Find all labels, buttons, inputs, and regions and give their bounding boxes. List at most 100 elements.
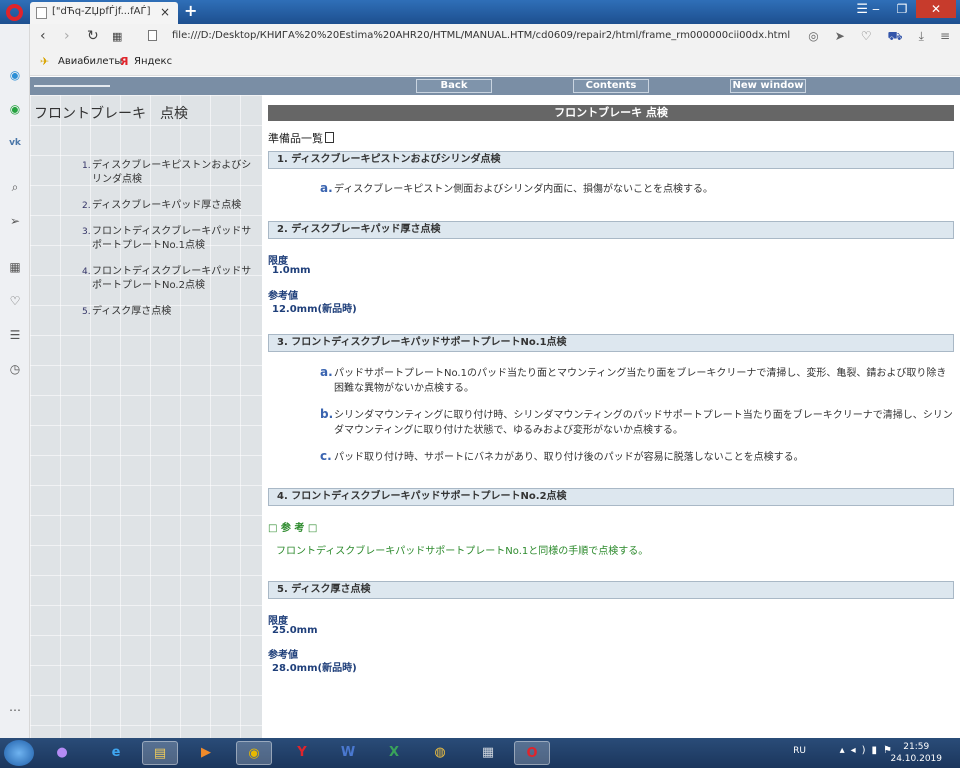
- document-icon[interactable]: [325, 132, 334, 143]
- close-window-icon[interactable]: ✕: [916, 0, 956, 18]
- bookmark-yandex[interactable]: Яндекс: [134, 56, 172, 67]
- yandex-icon: Я: [120, 55, 129, 68]
- start-button[interactable]: [4, 740, 34, 766]
- more-icon[interactable]: …: [6, 698, 24, 716]
- tabs-grid-icon[interactable]: ▦: [112, 30, 122, 43]
- nav-item[interactable]: 5. ディスク厚さ点検: [82, 305, 258, 319]
- clock-date: 24.10.2019: [890, 754, 942, 764]
- heart-icon[interactable]: ♡: [861, 29, 872, 45]
- nav-item-number: 1.: [82, 161, 91, 171]
- bookmark-aviabilety[interactable]: Авиабилеты: [58, 56, 122, 67]
- internet-explorer-icon[interactable]: e: [98, 741, 134, 765]
- nav-item-number: 5.: [82, 307, 91, 317]
- main-content: フロントブレーキ 点検 準備品一覧 1. ディスクブレーキピストンおよびシリンダ…: [268, 105, 954, 674]
- prep-list-link[interactable]: 準備品一覧: [268, 130, 954, 146]
- item-letter: b.: [320, 407, 334, 421]
- speed-dial-icon[interactable]: ▦: [6, 258, 24, 276]
- inspection-item: a. パッドサポートプレートNo.1のパッド当たり面とマウンティング当たり面をブ…: [320, 365, 954, 396]
- plane-icon: ✈: [40, 55, 50, 68]
- explorer-folder-icon[interactable]: ▤: [142, 741, 178, 765]
- prep-list-label[interactable]: 準備品一覧: [268, 132, 323, 145]
- calculator-icon[interactable]: ▦: [470, 741, 506, 765]
- clock-time: 21:59: [903, 742, 930, 752]
- left-navigation: フロントブレーキ 点検 1. ディスクブレーキピストンおよびシリンダ点検 2. ディ…: [30, 95, 262, 738]
- toolbar-divider: [34, 85, 110, 87]
- flow-icon[interactable]: ➢: [6, 212, 24, 230]
- opera-logo-icon[interactable]: [6, 4, 23, 21]
- section-header: 3. フロントディスクブレーキパッドサポートプレートNo.1点検: [268, 334, 954, 352]
- alice-icon[interactable]: ●: [44, 741, 80, 765]
- window-controls: ‒ ❐ ✕: [864, 0, 956, 18]
- section-header: 5. ディスク厚さ点検: [268, 581, 954, 599]
- camera-icon[interactable]: ◎: [808, 29, 818, 45]
- excel-icon[interactable]: X: [376, 741, 412, 765]
- page-icon: [36, 7, 47, 19]
- item-text: パッド取り付け時、サポートにバネカがあり、取り付け後のパッドが容易に脱落しないこ…: [334, 452, 804, 463]
- inspection-item: c. パッド取り付け時、サポートにバネカがあり、取り付け後のパッドが容易に脱落し…: [320, 449, 954, 465]
- tab-close-icon[interactable]: ×: [160, 5, 170, 19]
- item-letter: a.: [320, 365, 333, 379]
- lock-app-icon[interactable]: ◍: [422, 741, 458, 765]
- nav-item[interactable]: 1. ディスクブレーキピストンおよびシリンダ点検: [82, 159, 258, 187]
- history-icon[interactable]: ◷: [6, 360, 24, 378]
- restore-icon[interactable]: ❐: [890, 0, 914, 18]
- nav-item[interactable]: 2. ディスクブレーキパッド厚さ点検: [82, 199, 258, 213]
- section-header: 1. ディスクブレーキピストンおよびシリンダ点検: [268, 151, 954, 169]
- new-tab-icon[interactable]: +: [184, 1, 197, 20]
- contents-button[interactable]: Contents: [573, 79, 649, 93]
- nav-item[interactable]: 3. フロントディスクブレーキパッドサポートプレートNo.1点検: [82, 225, 258, 253]
- inspection-item: b. シリンダマウンティングに取り付け時、シリンダマウンティングのパッドサポート…: [320, 407, 954, 438]
- messenger-icon[interactable]: ◉: [6, 66, 24, 84]
- nav-item-label[interactable]: ディスクブレーキピストンおよびシリンダ点検: [92, 160, 251, 185]
- nav-title: フロントブレーキ 点検: [34, 106, 188, 122]
- browser-tab[interactable]: ["dЋq-ZЏpfЃjf...fAЃ] ×: [30, 2, 178, 24]
- limit-value: 25.0mm: [272, 625, 318, 636]
- whatsapp-icon[interactable]: ◉: [6, 100, 24, 118]
- manual-toolbar: Back Contents New window: [30, 77, 960, 95]
- bookmarks-bar: ✈ Авиабилеты Я Яндекс: [30, 50, 960, 76]
- word-icon[interactable]: W: [330, 741, 366, 765]
- tray-icons[interactable]: ▴◂)▮⚑: [840, 745, 898, 756]
- nav-item-label[interactable]: フロントディスクブレーキパッドサポートプレートNo.2点検: [92, 266, 251, 291]
- search-icon[interactable]: ⌕: [6, 178, 24, 196]
- reload-icon[interactable]: ↻: [87, 28, 99, 44]
- file-icon: [148, 30, 157, 41]
- reference-note-text: フロントディスクブレーキパッドサポートプレートNo.1と同様の手順で点検する。: [276, 546, 649, 557]
- opera-sidebar: ◉ ◉ vk ⌕ ➢ ▦ ♡ ☰ ◷ …: [0, 24, 30, 738]
- address-bar: ‹ › ↻ ▦ file:///D:/Desktop/КНИГА%20%20Es…: [30, 24, 960, 50]
- clock[interactable]: 21:59 24.10.2019: [890, 741, 942, 765]
- section-header: 4. フロントディスクブレーキパッドサポートプレートNo.2点検: [268, 488, 954, 506]
- bookmarks-heart-icon[interactable]: ♡: [6, 292, 24, 310]
- reference-value: 12.0mm(新品時): [272, 304, 357, 315]
- item-letter: a.: [320, 181, 333, 195]
- nav-item-label[interactable]: ディスク厚さ点検: [92, 306, 171, 317]
- back-arrow-icon[interactable]: ‹: [40, 28, 46, 44]
- news-icon[interactable]: ☰: [6, 326, 24, 344]
- send-icon[interactable]: ➤: [835, 29, 845, 45]
- nav-item-number: 2.: [82, 201, 91, 211]
- minimize-icon[interactable]: ‒: [864, 0, 888, 18]
- cart-icon[interactable]: ⛟: [888, 29, 903, 45]
- nav-item[interactable]: 4. フロントディスクブレーキパッドサポートプレートNo.2点検: [82, 265, 258, 293]
- download-icon[interactable]: ⤓: [919, 29, 924, 45]
- yandex-browser-icon[interactable]: Y: [284, 741, 320, 765]
- nav-item-number: 3.: [82, 227, 91, 237]
- nav-item-label[interactable]: ディスクブレーキパッド厚さ点検: [92, 200, 241, 211]
- language-indicator[interactable]: RU: [793, 746, 806, 756]
- opera-taskbar-icon[interactable]: O: [514, 741, 550, 765]
- url-field[interactable]: file:///D:/Desktop/КНИГА%20%20Estima%20A…: [172, 30, 790, 41]
- back-button[interactable]: Back: [416, 79, 492, 93]
- nav-item-label[interactable]: フロントディスクブレーキパッドサポートプレートNo.1点検: [92, 226, 251, 251]
- address-actions: ◎ ➤ ♡ ⛟ ⤓ ≡: [808, 29, 950, 45]
- item-text: シリンダマウンティングに取り付け時、シリンダマウンティングのパッドサポートプレー…: [334, 410, 953, 436]
- media-player-icon[interactable]: ▶: [188, 741, 224, 765]
- forward-arrow-icon[interactable]: ›: [64, 28, 70, 44]
- chrome-icon[interactable]: ◉: [236, 741, 272, 765]
- vk-icon[interactable]: vk: [6, 134, 24, 152]
- settings-icon[interactable]: ≡: [940, 29, 950, 45]
- reference-note-heading: □ 参 考 □: [268, 523, 318, 534]
- page-content: Back Contents New window フロントブレーキ 点検 1. デ…: [30, 77, 960, 738]
- item-text: パッドサポートプレートNo.1のパッド当たり面とマウンティング当たり面をブレーキ…: [334, 368, 947, 394]
- new-window-button[interactable]: New window: [730, 79, 806, 93]
- item-letter: c.: [320, 449, 332, 463]
